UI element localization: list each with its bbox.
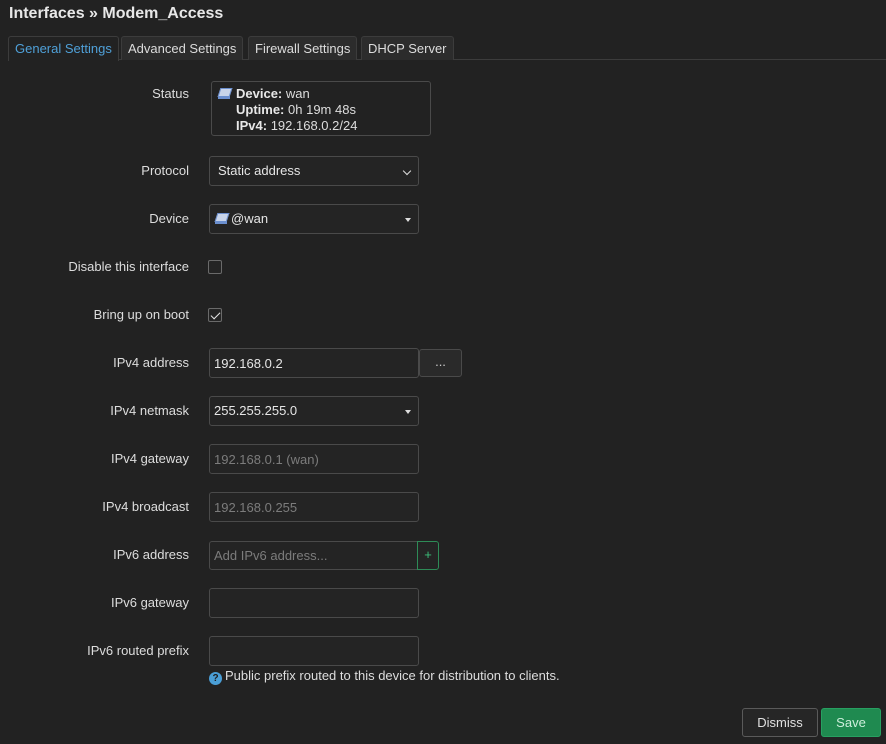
ipv4-netmask-value: 255.255.255.0 <box>214 403 298 418</box>
status-device-key: Device: <box>236 86 283 101</box>
status-label: Status <box>152 86 189 101</box>
ipv4-broadcast-input[interactable] <box>209 492 419 522</box>
ipv6-routed-prefix-hint: ? Public prefix routed to this device for… <box>209 668 560 685</box>
protocol-label: Protocol <box>141 163 189 178</box>
bring-up-on-boot-checkbox[interactable] <box>208 308 222 322</box>
add-ipv6-address-button[interactable]: + <box>417 541 439 570</box>
status-ipv4-value: 192.168.0.2/24 <box>270 118 358 133</box>
chevron-down-icon <box>402 166 412 176</box>
help-icon: ? <box>209 672 222 685</box>
disable-interface-label: Disable this interface <box>68 259 189 274</box>
ipv4-address-more-button[interactable]: ... <box>419 349 462 377</box>
device-select-value: @wan <box>231 211 269 226</box>
ipv6-gateway-input[interactable] <box>209 588 419 618</box>
ipv4-netmask-label: IPv4 netmask <box>110 403 189 418</box>
status-device-row: Device: wan <box>218 86 424 102</box>
ipv6-routed-prefix-input[interactable] <box>209 636 419 666</box>
save-button[interactable]: Save <box>821 708 881 737</box>
status-box: Device: wan Uptime: 0h 19m 48s IPv4: 192… <box>211 81 431 136</box>
device-select[interactable]: @wan <box>209 204 419 234</box>
ipv4-netmask-select[interactable]: 255.255.255.0 <box>209 396 419 426</box>
status-ipv4-row: IPv4: 192.168.0.2/24 <box>218 118 424 134</box>
ipv4-gateway-input[interactable] <box>209 444 419 474</box>
status-device-value: wan <box>285 86 310 101</box>
bring-up-on-boot-label: Bring up on boot <box>93 307 189 322</box>
dismiss-button[interactable]: Dismiss <box>742 708 818 737</box>
ipv4-gateway-label: IPv4 gateway <box>110 451 189 466</box>
ipv6-address-label: IPv6 address <box>113 547 189 562</box>
ipv6-gateway-label: IPv6 gateway <box>110 595 189 610</box>
ipv6-address-input[interactable] <box>209 541 418 570</box>
protocol-select-value: Static address <box>218 163 301 178</box>
tab-firewall-settings[interactable]: Firewall Settings <box>248 36 358 60</box>
status-uptime-value: 0h 19m 48s <box>288 102 356 117</box>
ipv4-address-input[interactable] <box>209 348 419 378</box>
caret-down-icon <box>405 410 411 414</box>
tab-bar: General Settings Advanced Settings Firew… <box>8 36 886 61</box>
ipv6-routed-prefix-label: IPv6 routed prefix <box>87 643 189 658</box>
device-label: Device <box>149 211 189 226</box>
tab-general-settings[interactable]: General Settings <box>8 36 119 61</box>
page-title: Interfaces » Modem_Access <box>9 5 224 22</box>
ipv4-broadcast-label: IPv4 broadcast <box>102 499 189 514</box>
disable-interface-checkbox[interactable] <box>208 260 222 274</box>
tab-advanced-settings[interactable]: Advanced Settings <box>121 36 244 60</box>
status-uptime-row: Uptime: 0h 19m 48s <box>218 102 424 118</box>
status-ipv4-key: IPv4: <box>236 118 268 133</box>
protocol-select[interactable]: Static address <box>209 156 419 186</box>
network-device-icon <box>214 212 228 225</box>
ipv6-routed-prefix-hint-text: Public prefix routed to this device for … <box>225 668 560 683</box>
status-uptime-key: Uptime: <box>236 102 285 117</box>
caret-down-icon <box>405 218 411 222</box>
ipv4-address-label: IPv4 address <box>113 355 189 370</box>
tab-dhcp-server[interactable]: DHCP Server <box>361 36 454 60</box>
network-device-icon <box>217 87 231 100</box>
